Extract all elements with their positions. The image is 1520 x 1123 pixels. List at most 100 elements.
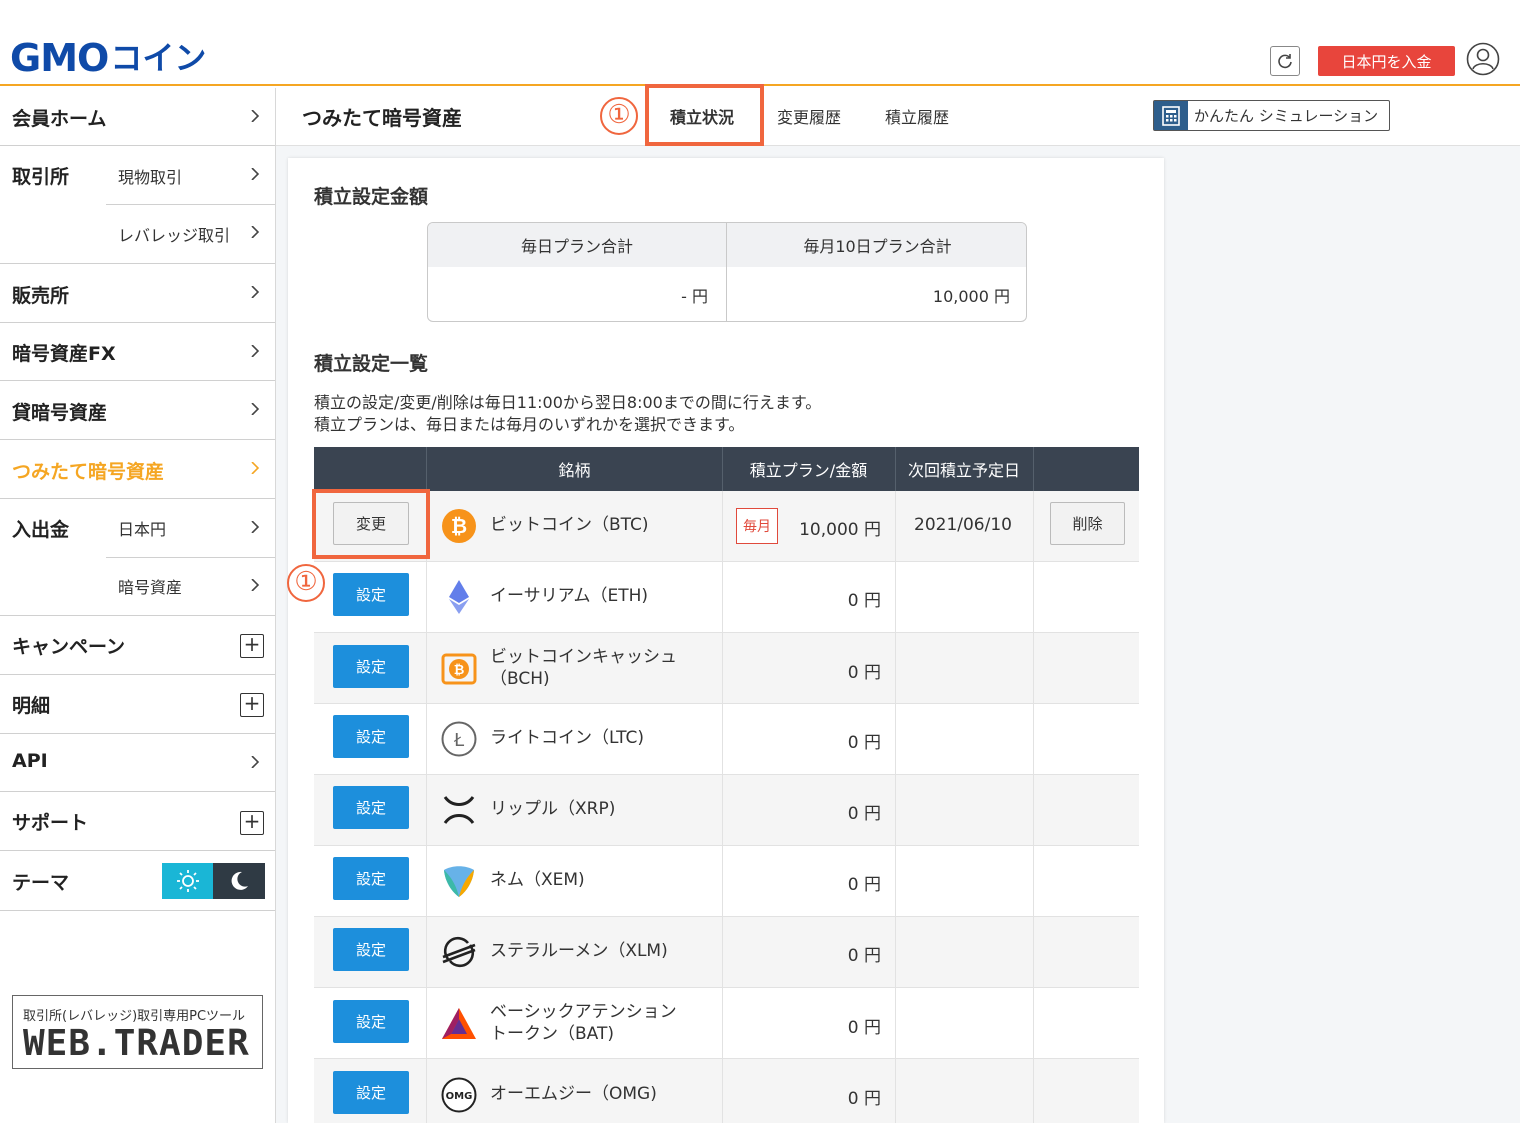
calculator-icon bbox=[1154, 101, 1188, 130]
amount-value: 0 円 bbox=[847, 875, 881, 895]
daily-total-value: - 円 bbox=[681, 287, 708, 306]
sidebar-item-statement[interactable]: 明細 + bbox=[0, 675, 275, 734]
refresh-button[interactable] bbox=[1270, 46, 1300, 76]
svg-text:₿: ₿ bbox=[454, 663, 465, 678]
webtrader-banner[interactable]: 取引所(レバレッジ)取引専用PCツール WEB.TRADER bbox=[12, 995, 263, 1069]
table-row: 設定 ベーシックアテンション トークン（BAT) 0 円 bbox=[314, 988, 1139, 1059]
coin-name: ビットコイン（BTC) bbox=[490, 515, 649, 535]
table-header: 銘柄 積立プラン/金額 次回積立予定日 bbox=[314, 447, 1139, 491]
set-button[interactable]: 設定 bbox=[333, 1071, 409, 1114]
sidebar-item-sales[interactable]: 販売所 bbox=[0, 264, 275, 323]
page-subheader: つみたて暗号資産 積立状況 変更履歴 積立履歴 かんたん シミュレーション bbox=[276, 88, 1520, 146]
sidebar-subitem-crypto[interactable]: 暗号資産 bbox=[0, 558, 275, 615]
sidebar-item-crypto-fx[interactable]: 暗号資産FX bbox=[0, 323, 275, 381]
ltc-icon: Ł bbox=[441, 721, 477, 757]
sidebar-item-lending[interactable]: 貸暗号資産 bbox=[0, 381, 275, 440]
amount-value: 0 円 bbox=[847, 1089, 881, 1109]
expand-plus-icon[interactable]: + bbox=[240, 693, 264, 717]
chevron-right-icon bbox=[251, 579, 260, 591]
gmo-coin-logo[interactable]: GMO コイン bbox=[10, 36, 206, 80]
sidebar-item-exchange: 取引所 現物取引 レバレッジ取引 bbox=[0, 146, 275, 264]
expand-plus-icon[interactable]: + bbox=[240, 811, 264, 835]
set-button[interactable]: 設定 bbox=[333, 1000, 409, 1043]
sidebar: 会員ホーム 取引所 現物取引 レバレッジ取引 販売所 暗号資産FX 貸暗号資産 … bbox=[0, 88, 276, 1123]
xlm-icon bbox=[442, 936, 476, 968]
sidebar-item-label: キャンペーン bbox=[12, 636, 126, 658]
amount-value: 0 円 bbox=[847, 591, 881, 611]
sidebar-item-label: 販売所 bbox=[12, 285, 70, 307]
table-row: 変更 ₿ ビットコイン（BTC) 毎月 10,000 円 2021/06/10 … bbox=[314, 491, 1139, 562]
set-button[interactable]: 設定 bbox=[333, 857, 409, 900]
sidebar-item-member-home[interactable]: 会員ホーム bbox=[0, 88, 275, 146]
sidebar-item-label: 暗号資産FX bbox=[12, 343, 116, 365]
svg-text:₿: ₿ bbox=[451, 514, 467, 538]
summary-section-title: 積立設定金額 bbox=[314, 186, 429, 208]
sidebar-item-theme: テーマ bbox=[0, 851, 275, 911]
coin-name-line2: トークン（BAT) bbox=[490, 1024, 614, 1044]
set-button[interactable]: 設定 bbox=[333, 786, 409, 829]
light-theme-button[interactable] bbox=[162, 863, 213, 899]
table-row: 設定 ₿ ビットコインキャッシュ （BCH) 0 円 bbox=[314, 633, 1139, 704]
content-card: 積立設定金額 毎日プラン合計 毎月10日プラン合計 - 円 10,000 円 積… bbox=[288, 158, 1164, 1123]
sidebar-item-api[interactable]: API bbox=[0, 734, 275, 792]
amount-value: 0 円 bbox=[847, 733, 881, 753]
sidebar-subitem-jpy[interactable]: 日本円 bbox=[0, 499, 275, 557]
tab-change-history[interactable]: 変更履歴 bbox=[777, 104, 841, 128]
page: GMO コイン 日本円を入金 会員ホーム 取引所 現物取引 レバレッジ取引 販売… bbox=[0, 0, 1520, 1123]
sidebar-subitem-leverage[interactable]: レバレッジ取引 bbox=[0, 205, 275, 263]
sidebar-item-campaign[interactable]: キャンペーン + bbox=[0, 616, 275, 675]
set-button[interactable]: 設定 bbox=[333, 573, 409, 616]
expand-plus-icon[interactable]: + bbox=[240, 634, 264, 658]
set-button[interactable]: 設定 bbox=[333, 928, 409, 971]
divider bbox=[726, 223, 727, 321]
amount-value: 0 円 bbox=[847, 946, 881, 966]
note-line-1: 積立の設定/変更/削除は毎日11:00から翌日8:00までの間に行えます。 bbox=[314, 393, 822, 412]
theme-toggle[interactable] bbox=[162, 863, 265, 899]
summary-table: 毎日プラン合計 毎月10日プラン合計 - 円 10,000 円 bbox=[427, 222, 1027, 322]
xem-icon bbox=[444, 866, 474, 897]
coin-name: リップル（XRP) bbox=[490, 799, 616, 819]
bch-icon: ₿ bbox=[441, 653, 477, 685]
set-button[interactable]: 設定 bbox=[333, 645, 409, 688]
amount-value: 0 円 bbox=[847, 1018, 881, 1038]
coin-name: オーエムジー（OMG) bbox=[490, 1084, 657, 1104]
delete-button[interactable]: 削除 bbox=[1050, 502, 1125, 545]
dark-theme-button[interactable] bbox=[213, 863, 265, 899]
sidebar-item-tsumitate[interactable]: つみたて暗号資産 bbox=[0, 440, 275, 499]
chevron-right-icon bbox=[251, 345, 260, 357]
table-row: 設定 リップル（XRP) 0 円 bbox=[314, 775, 1139, 846]
note-line-2: 積立プランは、毎日または毎月のいずれかを選択できます。 bbox=[314, 415, 745, 434]
plan-badge-monthly: 毎月 bbox=[736, 508, 778, 544]
coin-name-line2: （BCH) bbox=[490, 669, 550, 689]
chevron-right-icon bbox=[251, 110, 260, 122]
moon-icon bbox=[231, 871, 248, 890]
deposit-jpy-button[interactable]: 日本円を入金 bbox=[1318, 46, 1455, 76]
highlight-box-tab bbox=[645, 84, 764, 146]
sidebar-item-support[interactable]: サポート + bbox=[0, 792, 275, 851]
sun-icon bbox=[176, 870, 199, 892]
sidebar-item-label: 会員ホーム bbox=[12, 108, 107, 130]
webtrader-caption: 取引所(レバレッジ)取引専用PCツール bbox=[23, 1009, 246, 1024]
logo-text-gmo: GMO bbox=[10, 36, 109, 80]
tab-accumulation-history[interactable]: 積立履歴 bbox=[885, 104, 949, 128]
chevron-right-icon bbox=[251, 521, 260, 533]
chevron-right-icon bbox=[251, 756, 260, 768]
coin-name: ライトコイン（LTC) bbox=[490, 728, 645, 748]
next-date-value: 2021/06/10 bbox=[914, 515, 1012, 535]
sidebar-subitem-spot[interactable]: 現物取引 bbox=[0, 146, 275, 204]
table-row: 設定 OMG オーエムジー（OMG) 0 円 bbox=[314, 1059, 1139, 1123]
list-section-title: 積立設定一覧 bbox=[314, 353, 429, 375]
top-header: GMO コイン 日本円を入金 bbox=[0, 0, 1520, 86]
sidebar-subitem-label: 暗号資産 bbox=[118, 578, 183, 597]
table-row: 設定 Ł ライトコイン（LTC) 0 円 bbox=[314, 704, 1139, 775]
sidebar-subitem-label: 現物取引 bbox=[118, 168, 183, 187]
sidebar-item-label: サポート bbox=[12, 812, 89, 834]
chevron-right-icon bbox=[251, 286, 260, 298]
eth-icon bbox=[449, 580, 469, 614]
simulation-button[interactable]: かんたん シミュレーション bbox=[1153, 100, 1390, 131]
chevron-right-icon bbox=[251, 226, 260, 238]
chevron-right-icon bbox=[251, 403, 260, 415]
set-button[interactable]: 設定 bbox=[333, 715, 409, 758]
highlight-box-change-button bbox=[312, 489, 430, 559]
user-account-icon[interactable] bbox=[1466, 42, 1500, 76]
